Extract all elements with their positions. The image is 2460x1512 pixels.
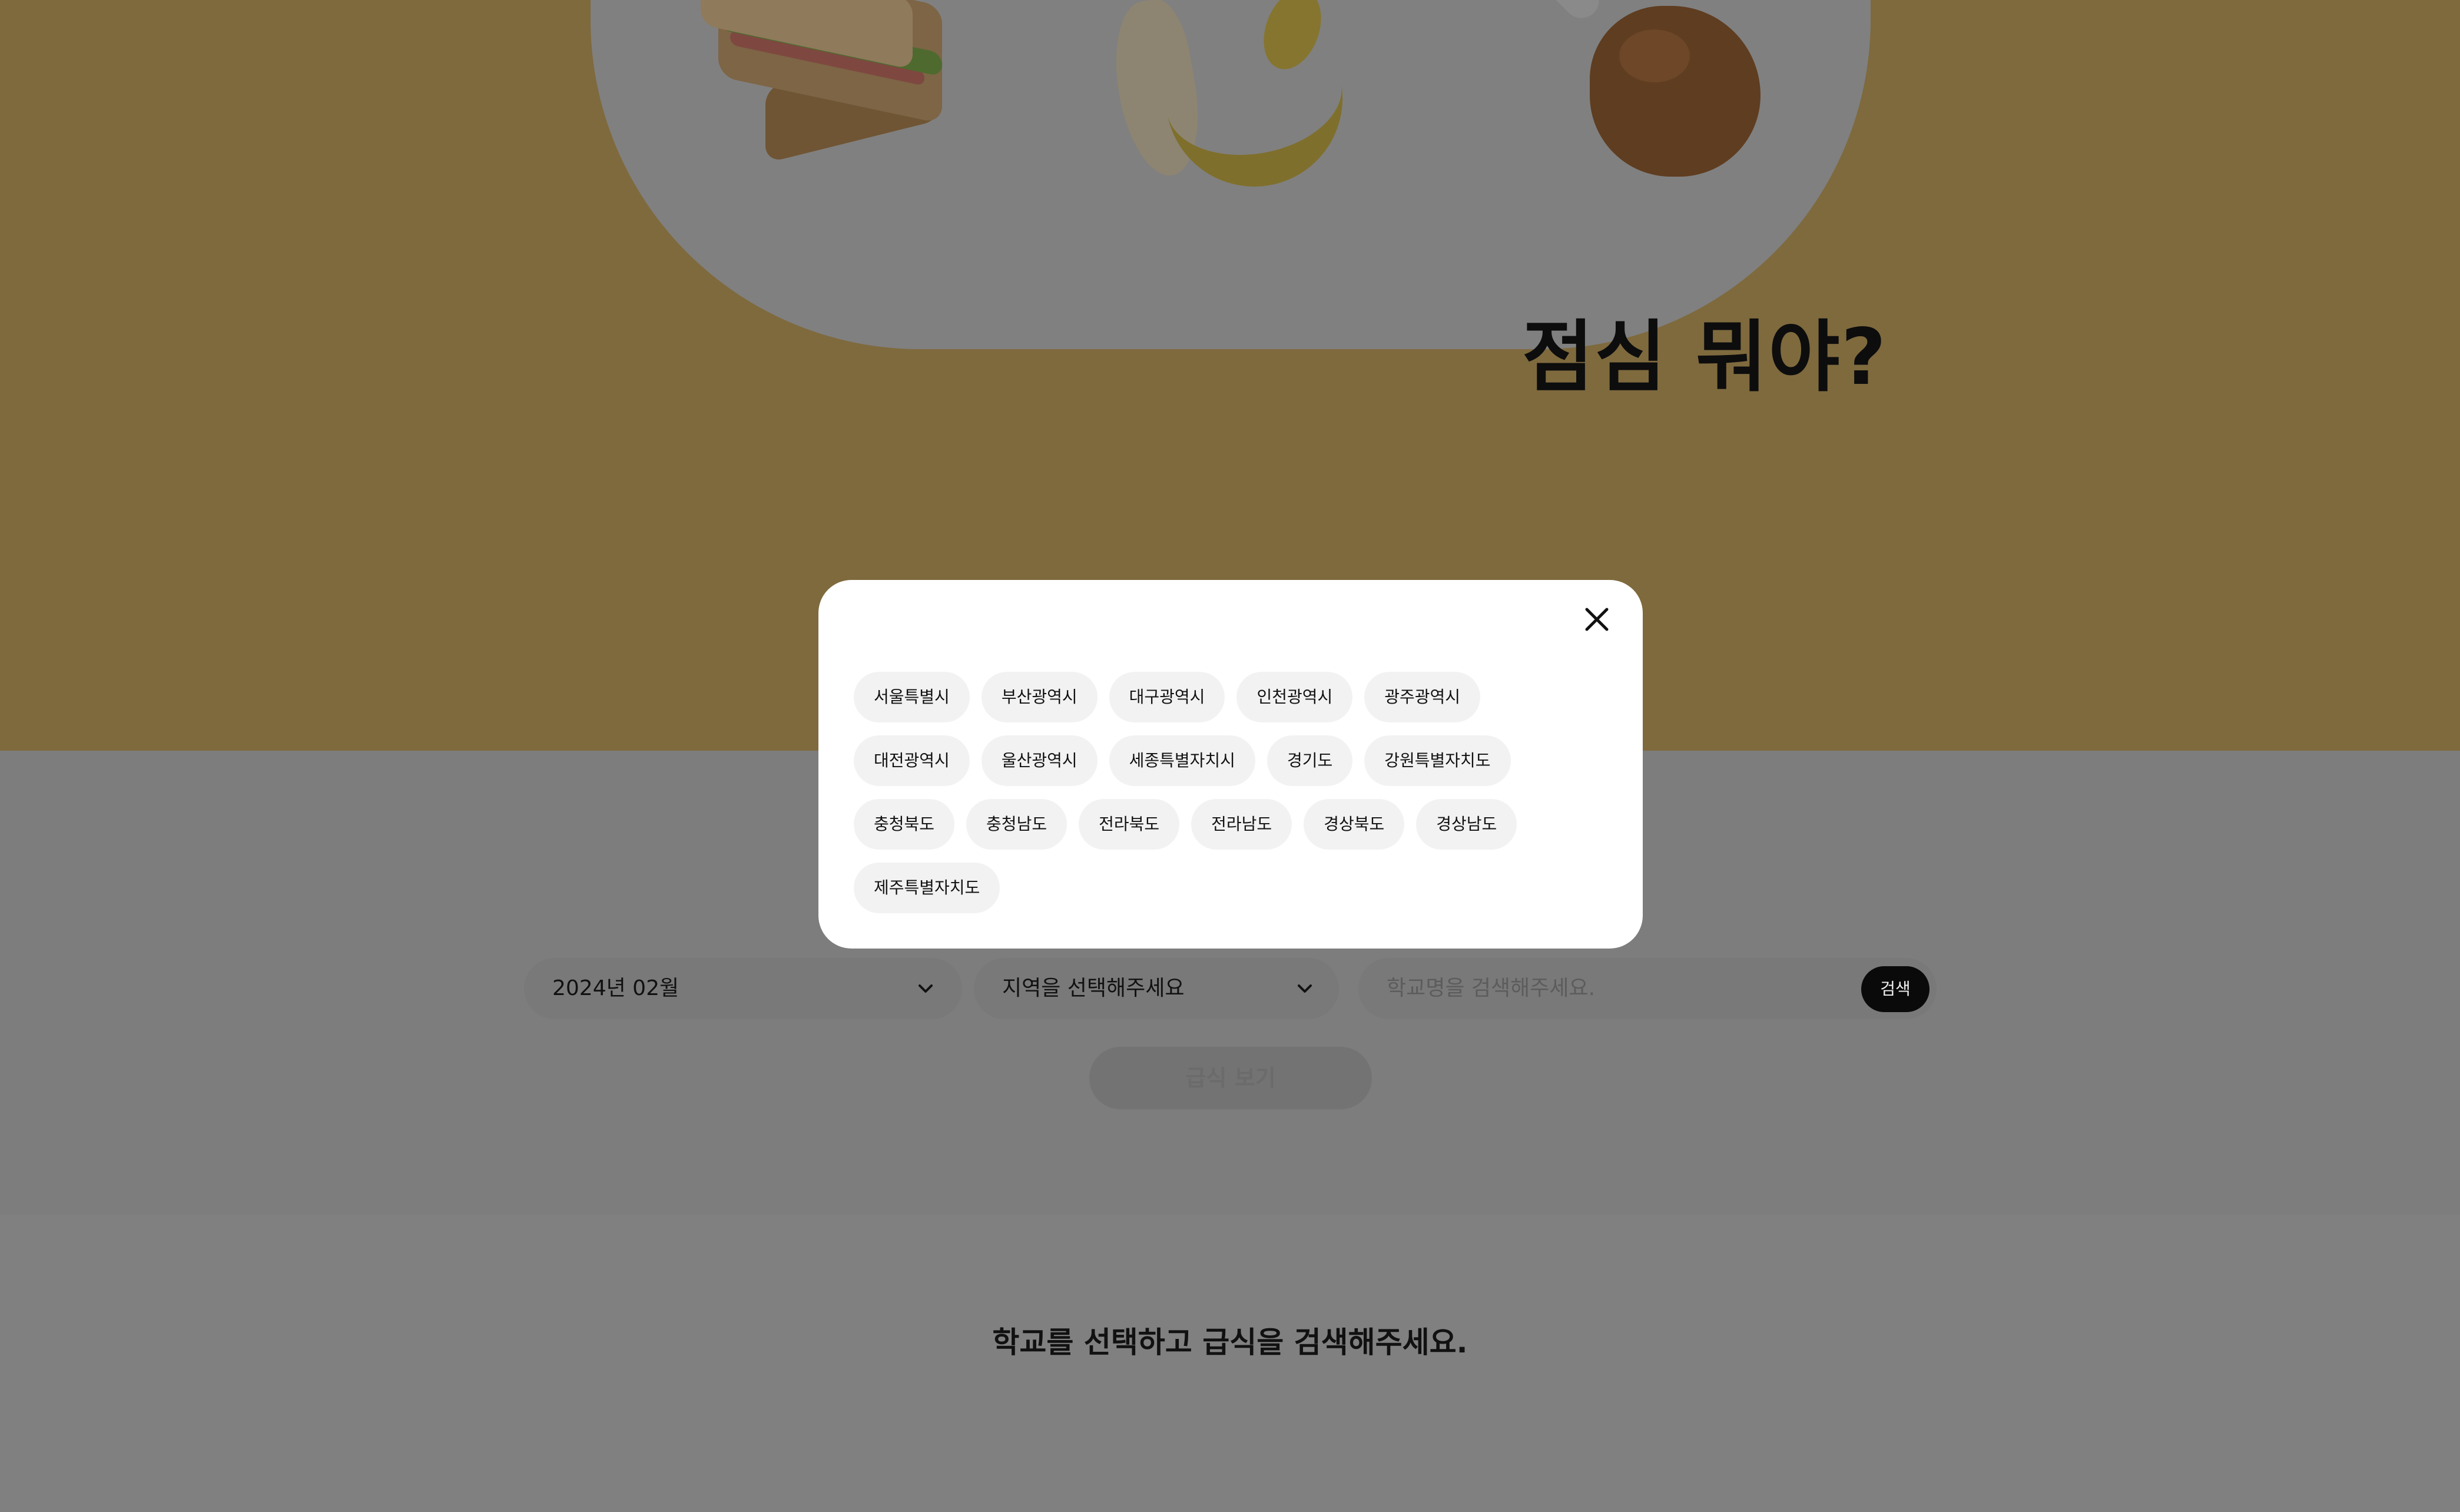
chevron-down-icon xyxy=(919,984,933,993)
region-placeholder: 지역을 선택해주세요 xyxy=(1002,976,1185,1000)
region-chip[interactable]: 서울특별시 xyxy=(854,672,970,722)
region-chip[interactable]: 광주광역시 xyxy=(1364,672,1481,722)
region-select-modal: 서울특별시 부산광역시 대구광역시 인천광역시 광주광역시대전광역시 울산광역시 세종특별자… xyxy=(818,580,1643,949)
result-section xyxy=(0,1215,2460,1512)
region-chip[interactable]: 경기도 xyxy=(1267,735,1353,786)
school-search-input[interactable]: 학교명을 검색해주세요. 검색 xyxy=(1358,958,1937,1019)
region-chip[interactable]: 충청북도 xyxy=(854,799,955,850)
region-chip-list: 서울특별시 부산광역시 대구광역시 인천광역시 광주광역시대전광역시 울산광역시 세종특별자… xyxy=(854,672,1596,913)
region-chip[interactable]: 대구광역시 xyxy=(1109,672,1225,722)
region-chip[interactable]: 인천광역시 xyxy=(1236,672,1353,722)
hero-title: 점심 뭐야? xyxy=(1522,312,1888,403)
region-chip[interactable]: 강원특별자치도 xyxy=(1364,735,1511,786)
close-icon[interactable] xyxy=(1580,602,1614,636)
banana-image xyxy=(1103,0,1366,201)
region-chip[interactable]: 세종특별자치시 xyxy=(1109,735,1255,786)
region-chip[interactable]: 전라북도 xyxy=(1079,799,1180,850)
sandwich-image xyxy=(695,0,989,171)
month-select[interactable]: 2024년 02월 xyxy=(524,958,962,1019)
region-chip[interactable]: 대전광역시 xyxy=(854,735,970,786)
search-button[interactable]: 검색 xyxy=(1861,966,1929,1012)
result-message: 학교를 선택하고 급식을 검색해주세요. xyxy=(992,1325,1468,1360)
chevron-down-icon xyxy=(1298,984,1312,993)
region-select[interactable]: 지역을 선택해주세요 xyxy=(974,958,1339,1019)
region-chip[interactable]: 경상북도 xyxy=(1304,799,1405,850)
month-value: 2024년 02월 xyxy=(552,976,679,1000)
chicken-drumstick-image xyxy=(1543,0,1772,188)
school-search-placeholder: 학교명을 검색해주세요. xyxy=(1387,976,1596,1000)
region-chip[interactable]: 경상남도 xyxy=(1416,799,1517,850)
region-chip[interactable]: 울산광역시 xyxy=(981,735,1098,786)
region-chip[interactable]: 충청남도 xyxy=(966,799,1067,850)
region-chip[interactable]: 부산광역시 xyxy=(981,672,1098,722)
view-meal-button[interactable]: 급식 보기 xyxy=(1089,1047,1372,1109)
region-chip[interactable]: 전라남도 xyxy=(1191,799,1292,850)
region-chip[interactable]: 제주특별자치도 xyxy=(854,863,1000,913)
